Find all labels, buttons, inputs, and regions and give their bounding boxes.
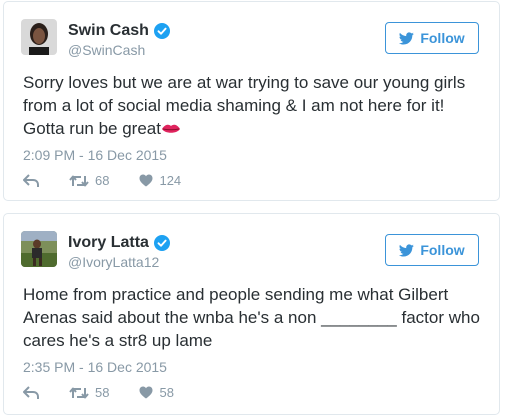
display-name[interactable]: Ivory Latta — [68, 234, 170, 252]
twitter-bird-icon — [399, 243, 415, 256]
like-button[interactable]: 124 — [139, 173, 181, 188]
follow-button-label: Follow — [420, 242, 465, 258]
follow-button[interactable]: Follow — [385, 22, 479, 54]
verified-badge-icon — [153, 23, 170, 39]
retweet-button[interactable]: 58 — [69, 385, 109, 400]
reply-button[interactable] — [23, 385, 39, 400]
heart-icon — [139, 386, 153, 399]
tweet-actions: 58 58 — [23, 385, 174, 400]
retweet-icon — [69, 387, 89, 398]
reply-icon — [23, 173, 39, 187]
display-name-text[interactable]: Swin Cash — [68, 22, 149, 40]
timestamp[interactable]: 2:35 PM - 16 Dec 2015 — [23, 359, 167, 375]
like-count: 124 — [159, 173, 182, 188]
display-name-text[interactable]: Ivory Latta — [68, 234, 149, 252]
tweet-text: Sorry loves but we are at war trying to … — [23, 71, 488, 140]
tweet-text-content: Home from practice and people sending me… — [23, 285, 480, 350]
follow-button[interactable]: Follow — [385, 234, 479, 266]
tweet-text: Home from practice and people sending me… — [23, 283, 488, 352]
retweet-count: 58 — [95, 385, 110, 400]
timestamp[interactable]: 2:09 PM - 16 Dec 2015 — [23, 147, 167, 163]
follow-button-label: Follow — [420, 30, 465, 46]
tweet-text-content: Sorry loves but we are at war trying to … — [23, 73, 466, 138]
kiss-mark-emoji — [161, 124, 180, 133]
retweet-count: 68 — [95, 173, 110, 188]
verified-badge-icon — [153, 235, 170, 251]
like-button[interactable]: 58 — [139, 385, 174, 400]
user-handle[interactable]: @SwinCash — [68, 42, 145, 58]
twitter-bird-icon — [399, 31, 415, 44]
tweet-card: Ivory Latta @IvoryLatta12 Follow Home fr… — [3, 213, 500, 415]
like-count: 58 — [159, 385, 174, 400]
tweet-card: Swin Cash @SwinCash Follow Sorry loves b… — [3, 1, 500, 201]
retweet-button[interactable]: 68 — [69, 173, 109, 188]
reply-button[interactable] — [23, 173, 39, 188]
tweet-actions: 68 124 — [23, 173, 181, 188]
reply-icon — [23, 385, 39, 399]
user-handle[interactable]: @IvoryLatta12 — [68, 254, 159, 270]
avatar[interactable] — [21, 19, 57, 55]
avatar[interactable] — [21, 231, 57, 267]
display-name[interactable]: Swin Cash — [68, 22, 170, 40]
retweet-icon — [69, 175, 89, 186]
heart-icon — [139, 174, 153, 187]
